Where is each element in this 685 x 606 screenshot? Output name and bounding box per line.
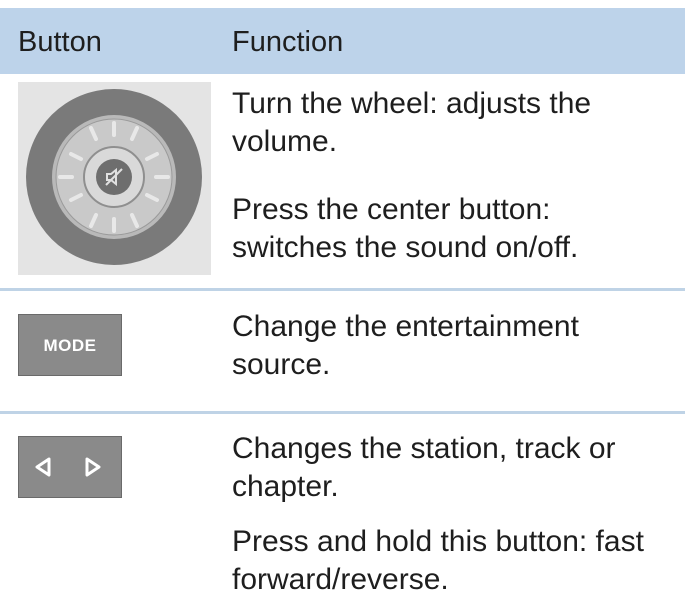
column-header-function: Function xyxy=(232,26,344,58)
function-text: Changes the station, track or chapter. xyxy=(232,432,616,503)
function-text: Change the entertainment source. xyxy=(232,310,579,381)
table-row: Turn the wheel: adjusts the volume. Pres… xyxy=(0,74,685,291)
function-text: Press the center button: switches the so… xyxy=(232,193,579,264)
mode-button-icon: MODE xyxy=(18,314,122,376)
column-header-button: Button xyxy=(18,26,102,58)
table-header: Button Function xyxy=(0,8,685,74)
function-text: Press and hold this button: fast forward… xyxy=(232,525,644,596)
table-row: MODE Change the entertainment source. xyxy=(0,291,685,414)
function-text: Turn the wheel: adjusts the volume. xyxy=(232,87,592,158)
volume-wheel-icon xyxy=(18,82,211,275)
previous-next-arrows-icon xyxy=(18,436,122,498)
button-function-table: Button Function Turn the wheel: adjusts … xyxy=(0,0,685,606)
table-row: Changes the station, track or chapter. P… xyxy=(0,414,685,606)
